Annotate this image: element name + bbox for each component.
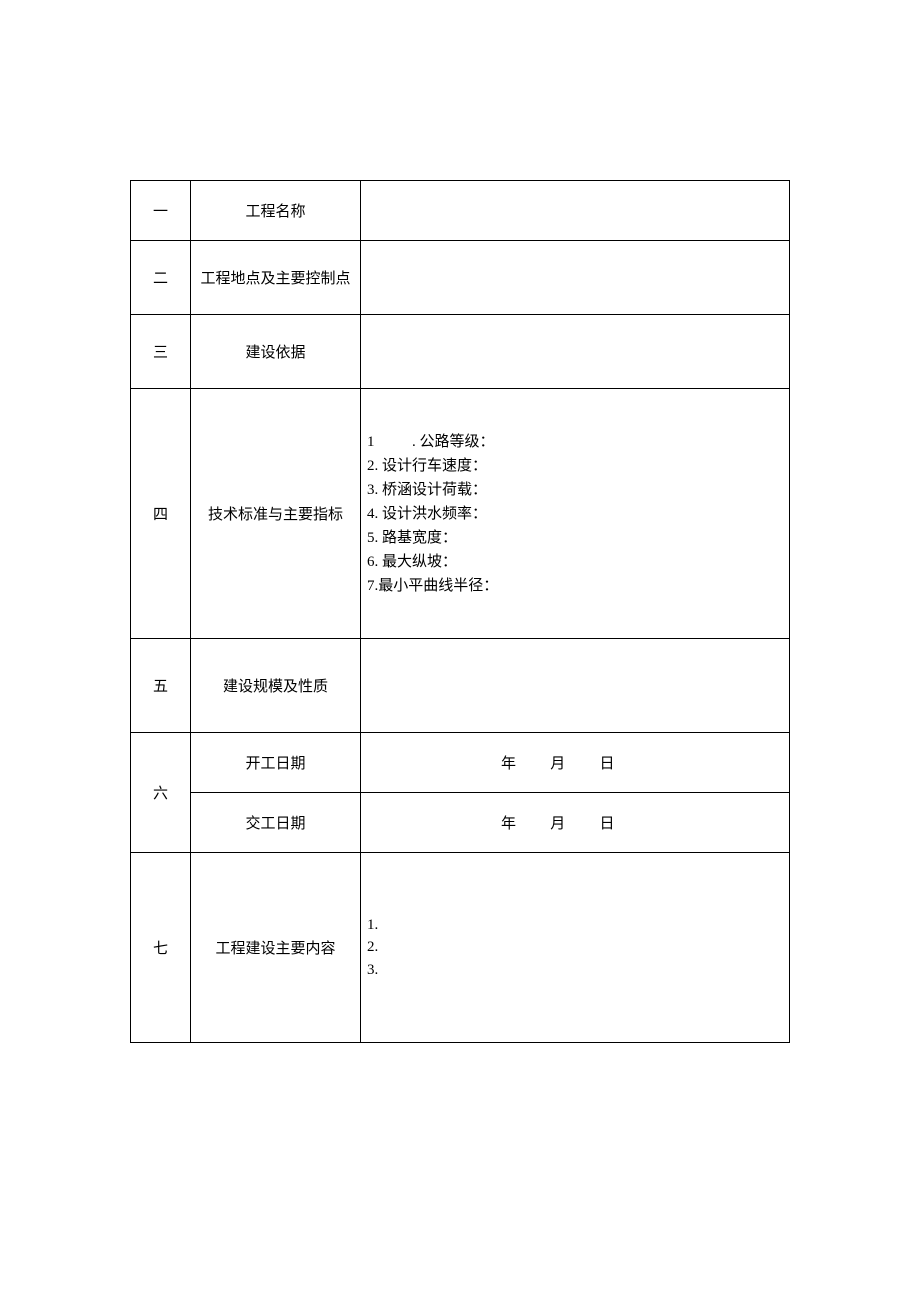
tech-item: 7.最小平曲线半径： [367, 574, 783, 598]
row-label: 工程地点及主要控制点 [191, 241, 361, 315]
table-row: 六 开工日期 年 月 日 [131, 733, 790, 793]
table-row: 二 工程地点及主要控制点 [131, 241, 790, 315]
start-date-value: 年 月 日 [361, 733, 790, 793]
table-row: 四 技术标准与主要指标 1 . 公路等级： 2. 设计行车速度： 3. 桥涵设计… [131, 389, 790, 639]
tech-item: 6. 最大纵坡： [367, 550, 783, 574]
row-content: 1. 2. 3. [361, 853, 790, 1043]
row-number: 三 [131, 315, 191, 389]
row-content: 1 . 公路等级： 2. 设计行车速度： 3. 桥涵设计荷载： 4. 设计洪水频… [361, 389, 790, 639]
row-label: 工程名称 [191, 181, 361, 241]
row-number: 四 [131, 389, 191, 639]
row-number: 一 [131, 181, 191, 241]
tech-item: 1 . 公路等级： [367, 430, 783, 454]
row-content [361, 241, 790, 315]
table-row: 交工日期 年 月 日 [131, 793, 790, 853]
row-label: 建设规模及性质 [191, 639, 361, 733]
content-item: 1. [367, 914, 783, 937]
row-label: 建设依据 [191, 315, 361, 389]
row-number: 五 [131, 639, 191, 733]
content-item: 3. [367, 959, 783, 982]
tech-item: 3. 桥涵设计荷载： [367, 478, 783, 502]
form-table-container: 一 工程名称 二 工程地点及主要控制点 三 建设依据 四 技术标准与主要指标 1… [130, 180, 790, 1043]
row-content [361, 315, 790, 389]
tech-item: 4. 设计洪水频率： [367, 502, 783, 526]
row-content [361, 181, 790, 241]
technical-standards-list: 1 . 公路等级： 2. 设计行车速度： 3. 桥涵设计荷载： 4. 设计洪水频… [365, 424, 785, 604]
tech-item: 2. 设计行车速度： [367, 454, 783, 478]
table-row: 三 建设依据 [131, 315, 790, 389]
tech-item: 5. 路基宽度： [367, 526, 783, 550]
row-label: 工程建设主要内容 [191, 853, 361, 1043]
table-row: 一 工程名称 [131, 181, 790, 241]
form-table: 一 工程名称 二 工程地点及主要控制点 三 建设依据 四 技术标准与主要指标 1… [130, 180, 790, 1043]
content-item: 2. [367, 936, 783, 959]
table-row: 五 建设规模及性质 [131, 639, 790, 733]
end-date-value: 年 月 日 [361, 793, 790, 853]
row-label-end-date: 交工日期 [191, 793, 361, 853]
row-number: 六 [131, 733, 191, 853]
row-label: 技术标准与主要指标 [191, 389, 361, 639]
row-number: 七 [131, 853, 191, 1043]
row-content [361, 639, 790, 733]
construction-content-list: 1. 2. 3. [365, 912, 785, 984]
row-number: 二 [131, 241, 191, 315]
row-label-start-date: 开工日期 [191, 733, 361, 793]
table-row: 七 工程建设主要内容 1. 2. 3. [131, 853, 790, 1043]
